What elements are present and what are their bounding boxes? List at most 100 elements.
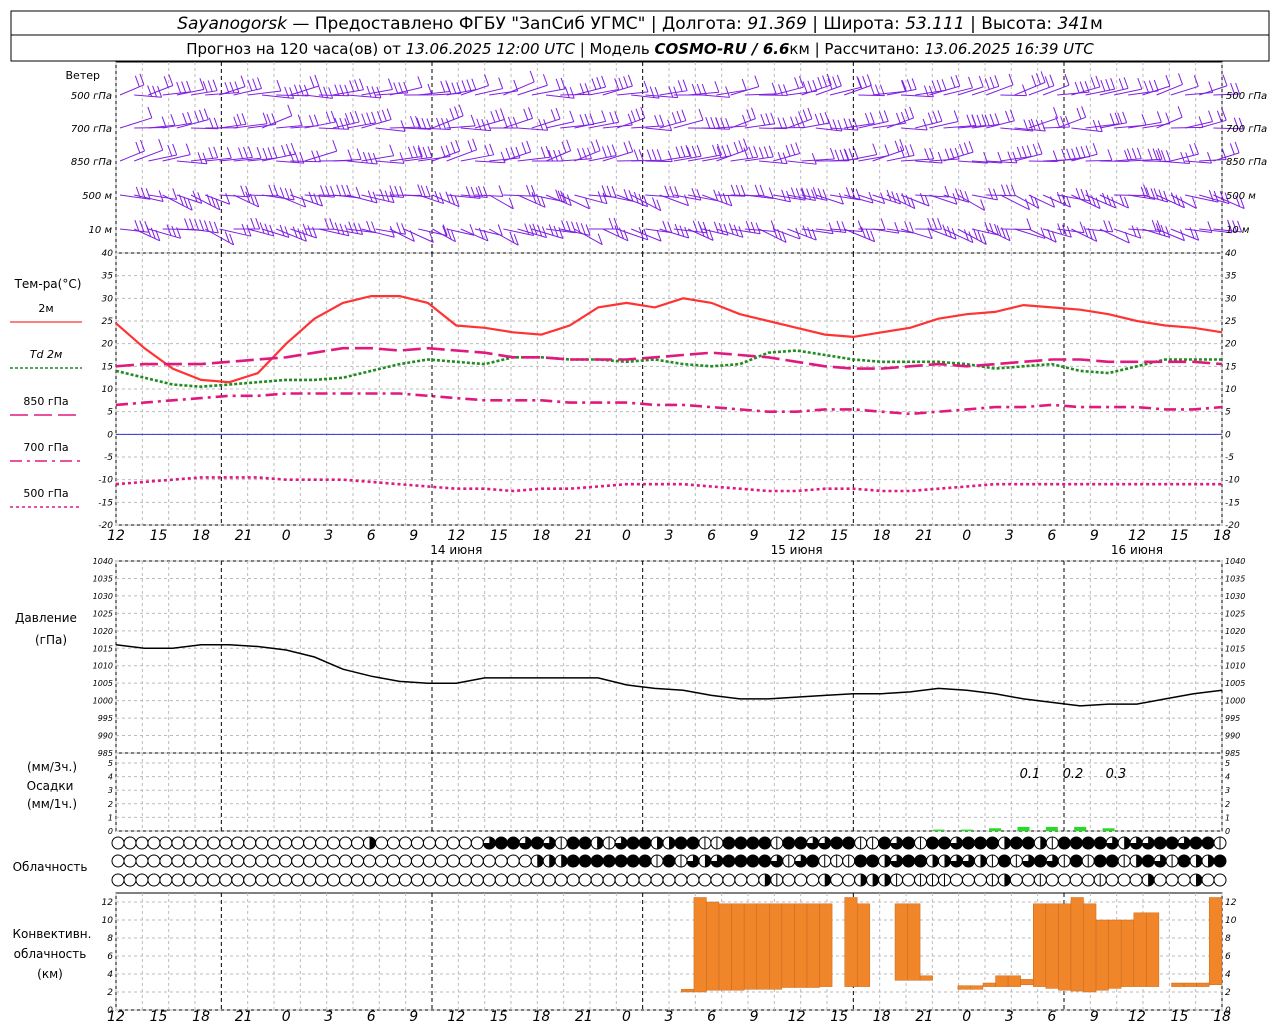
temp-y-tick: -10: [1225, 476, 1240, 486]
cloud-cover-mark: [860, 874, 867, 886]
wind-barb-feather: [1207, 151, 1212, 164]
wind-barb-feather: [872, 143, 878, 155]
wind-barb-feather: [208, 147, 214, 159]
wind-barb-feather: [589, 113, 595, 125]
wind-barb-feather: [528, 107, 533, 119]
wind-barb-feather: [1035, 73, 1041, 85]
wind-level-label-right: 850 гПа: [1226, 157, 1267, 168]
precip-y-tick: 4: [108, 773, 113, 782]
wind-barb-feather: [590, 141, 596, 153]
wind-barb-feather: [203, 108, 209, 120]
wind-barb-feather: [608, 217, 614, 230]
wind-barb-feather: [521, 142, 527, 154]
wind-barb-shaft: [247, 123, 276, 129]
wind-barb-feather: [698, 108, 704, 121]
cloud-cover-mark: [824, 874, 831, 886]
wind-barb-feather: [760, 113, 766, 126]
cloud-cover-circle: [674, 873, 688, 887]
cloud-cover-circle: [207, 836, 221, 850]
cloud-cover-circle: [243, 836, 257, 850]
wind-barb-feather: [287, 104, 293, 116]
cloud-cover-circle: [446, 873, 460, 887]
wind-barb-shaft: [347, 194, 378, 204]
temp-y-tick: -5: [104, 453, 113, 463]
cloud-cover-circle: [961, 873, 975, 887]
cloud-cover-mark: [1124, 837, 1131, 849]
wind-barb-feather: [848, 118, 854, 130]
wind-barb-feather: [968, 76, 973, 89]
convective-bar: [1007, 975, 1021, 987]
wind-barb-shaft: [503, 117, 533, 129]
temp-y-tick: 40: [102, 249, 114, 259]
wind-barb-feather: [339, 223, 345, 235]
wind-barb-shaft: [886, 194, 916, 210]
cloud-cover-circle: [758, 854, 772, 868]
cloud-cover-circle: [686, 836, 700, 850]
wind-barb-feather: [989, 113, 995, 126]
wind-barb-feather: [400, 120, 406, 132]
wind-barb-feather: [1016, 146, 1022, 159]
cloud-cover-circle: [1093, 854, 1107, 868]
wind-barb-feather: [953, 110, 959, 122]
wind-barb-feather: [899, 138, 905, 151]
wind-barb-feather: [415, 115, 420, 128]
wind-barb-feather: [748, 146, 754, 159]
wind-barb-shaft: [1071, 194, 1101, 209]
time-tick-label: 21: [575, 528, 593, 544]
legend-label: Td 2м: [30, 348, 63, 361]
wind-barb-feather: [202, 81, 208, 93]
wind-barb-feather: [746, 109, 752, 121]
wind-barb-feather: [489, 143, 495, 155]
wind-barb-feather: [569, 110, 575, 122]
wind-barb-feather: [738, 226, 744, 238]
cloud-cover-circle: [973, 836, 987, 850]
wind-barb-feather: [168, 74, 174, 86]
wind-barb-shaft: [1199, 85, 1228, 96]
wind-barb-shaft: [929, 228, 957, 240]
wind-barb-feather: [753, 146, 759, 158]
cloud-cover-circle: [375, 873, 389, 887]
conv-y-tick: 2: [1225, 988, 1231, 998]
cloud-cover-circle: [1105, 854, 1119, 868]
wind-barb-feather: [498, 185, 504, 197]
wind-barb-feather: [247, 146, 253, 158]
wind-barb-feather: [523, 108, 529, 121]
wind-barb-shaft: [446, 89, 476, 96]
cloud-cover-circle: [159, 854, 173, 868]
cloud-cover-circle: [458, 873, 472, 887]
wind-barb-feather: [971, 115, 977, 127]
cloud-cover-circle: [566, 854, 580, 868]
cloud-cover-circle: [566, 836, 580, 850]
wind-barb-feather: [236, 113, 242, 126]
precip-bar: [1102, 828, 1115, 831]
time-tick-label-bottom: 21: [235, 1009, 253, 1024]
wind-barb-shaft: [1000, 194, 1030, 211]
wind-barb-shaft: [1000, 94, 1027, 97]
wind-barb-feather: [601, 110, 607, 122]
cloud-cover-circle: [902, 854, 916, 868]
wind-barb-feather: [243, 146, 248, 159]
model-label: | Модель: [575, 40, 655, 58]
wind-barb-feather: [623, 76, 629, 88]
wind-barb-feather: [1110, 77, 1116, 90]
wind-barb-shaft: [361, 228, 395, 238]
wind-barb-feather: [542, 74, 548, 86]
cloud-cover-circle: [267, 836, 281, 850]
cloud-cover-circle: [219, 854, 233, 868]
wind-barb-feather: [675, 146, 681, 158]
cloud-cover-circle: [159, 873, 173, 887]
temp-y-tick: 35: [102, 272, 114, 282]
time-tick-label: 18: [192, 528, 210, 544]
wind-barb-feather: [267, 147, 273, 159]
cloud-cover-circle: [626, 836, 640, 850]
wind-barb-feather: [455, 139, 461, 152]
cloud-cover-circle: [207, 854, 221, 868]
cloud-cover-circle: [446, 854, 460, 868]
wind-barb-feather: [591, 78, 597, 90]
cloud-cover-circle: [1213, 854, 1227, 868]
temp-y-tick: -15: [1225, 498, 1240, 508]
wind-barb-feather: [1081, 106, 1087, 118]
precip-y-tick: 2: [108, 800, 113, 809]
cloud-cover-circle: [1021, 873, 1035, 887]
wind-barb-feather: [309, 76, 315, 88]
